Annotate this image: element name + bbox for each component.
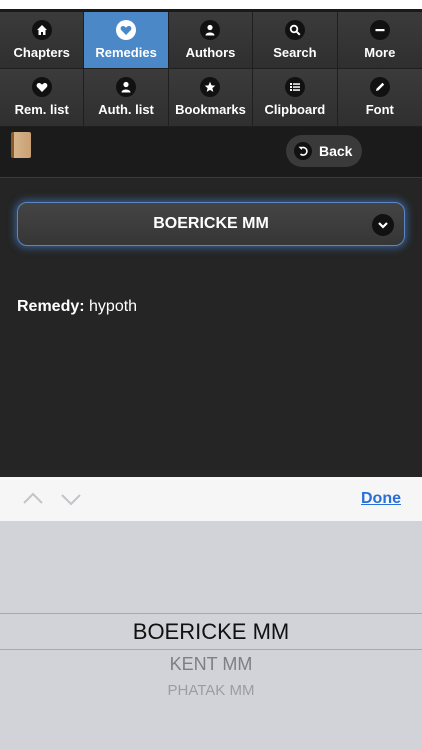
nav-label: Remedies: [95, 45, 157, 60]
nav-label: Bookmarks: [175, 102, 246, 117]
nav-label: Authors: [185, 45, 236, 60]
nav-label: Clipboard: [264, 102, 326, 117]
main-content: BOERICKE MM Remedy: hypoth: [0, 178, 422, 477]
minus-icon: [369, 20, 390, 40]
picker-option[interactable]: PHATAK MM: [0, 682, 422, 699]
picker-option[interactable]: KENT MM: [0, 654, 422, 675]
keyboard-accessory-bar: Done: [0, 477, 422, 522]
remedy-value: hypoth: [89, 298, 138, 315]
select-value: BOERICKE MM: [153, 215, 269, 232]
nav-bookmarks[interactable]: Bookmarks: [168, 69, 254, 127]
star-icon: [200, 77, 221, 97]
nav-font[interactable]: Font: [337, 69, 422, 127]
user-icon: [200, 20, 221, 40]
remedy-line: Remedy: hypoth: [17, 298, 137, 316]
author-select[interactable]: BOERICKE MM: [17, 202, 405, 246]
nav-label: Auth. list: [98, 102, 154, 117]
nav-remedies[interactable]: Remedies: [84, 12, 169, 69]
nav-label: Font: [365, 102, 394, 117]
undo-icon: [294, 142, 312, 160]
home-icon: [31, 20, 52, 40]
nav-chapters[interactable]: Chapters: [0, 12, 85, 69]
chevron-down-icon: [372, 214, 394, 236]
nav-more[interactable]: More: [337, 12, 422, 69]
user-icon: [116, 77, 137, 97]
nav-authors[interactable]: Authors: [168, 12, 254, 69]
back-button[interactable]: Back: [286, 135, 362, 167]
chevron-down-icon[interactable]: [60, 489, 82, 509]
nav-search[interactable]: Search: [253, 12, 338, 69]
heart-icon: [31, 77, 52, 97]
chevron-up-icon[interactable]: [22, 489, 44, 509]
pencil-icon: [369, 77, 390, 97]
nav-rem-list[interactable]: Rem. list: [0, 69, 85, 127]
picker-wheel[interactable]: BOERICKE MM KENT MM PHATAK MM: [0, 521, 422, 750]
nav-auth-list[interactable]: Auth. list: [84, 69, 169, 127]
nav-label: More: [364, 45, 396, 60]
remedy-label: Remedy:: [17, 298, 85, 315]
list-icon: [284, 77, 305, 97]
book-icon: [11, 132, 31, 158]
nav-label: Search: [273, 45, 317, 60]
picker-option[interactable]: BOERICKE MM: [0, 619, 422, 645]
heart-icon: [116, 20, 137, 40]
nav-clipboard[interactable]: Clipboard: [253, 69, 338, 127]
status-strip: [0, 0, 422, 12]
back-label: Back: [319, 143, 353, 159]
nav-label: Chapters: [13, 45, 70, 60]
nav-grid: Chapters Remedies Authors Search More Re…: [0, 12, 422, 127]
app-header: Back: [0, 127, 422, 178]
done-button[interactable]: Done: [361, 490, 401, 508]
search-icon: [284, 20, 305, 40]
nav-label: Rem. list: [14, 102, 69, 117]
